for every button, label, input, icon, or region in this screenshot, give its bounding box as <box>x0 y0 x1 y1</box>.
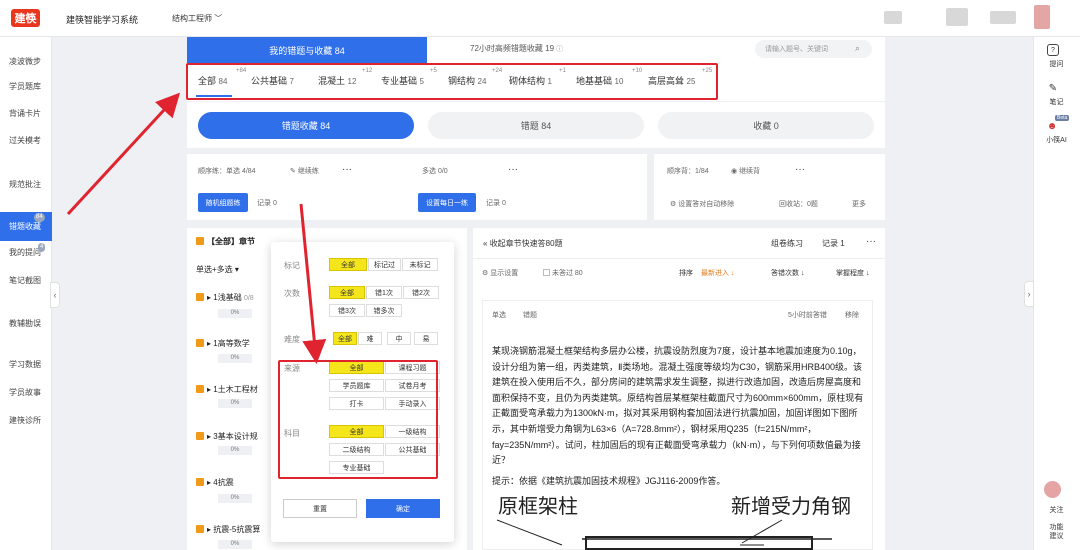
annotation-arrows <box>66 92 327 364</box>
arrow-to-popup-filter <box>299 203 327 364</box>
arrow-to-subject-row <box>66 92 181 216</box>
